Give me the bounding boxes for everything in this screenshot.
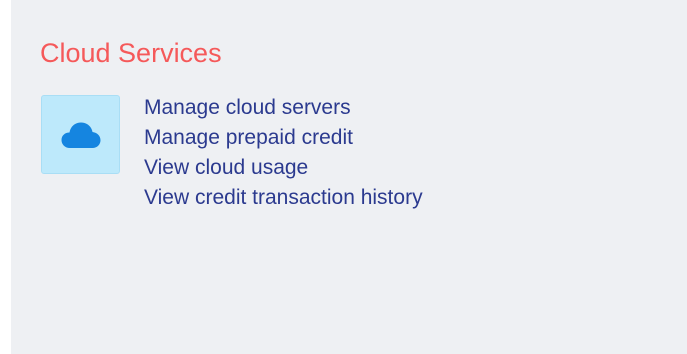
- list-item: Manage cloud servers: [144, 93, 423, 123]
- list-item: View credit transaction history: [144, 183, 423, 213]
- panel-title: Cloud Services: [40, 38, 222, 68]
- list-item: Manage prepaid credit: [144, 123, 423, 153]
- manage-cloud-servers-link[interactable]: Manage cloud servers: [144, 96, 351, 119]
- manage-prepaid-credit-link[interactable]: Manage prepaid credit: [144, 126, 353, 149]
- list-item: View cloud usage: [144, 153, 423, 183]
- cloud-services-links: Manage cloud servers Manage prepaid cred…: [144, 93, 423, 213]
- cloud-icon: [61, 122, 100, 148]
- cloud-icon-tile: [41, 95, 120, 174]
- view-cloud-usage-link[interactable]: View cloud usage: [144, 156, 308, 179]
- cloud-services-panel: Cloud Services Manage cloud servers Mana…: [11, 0, 687, 354]
- view-credit-transaction-history-link[interactable]: View credit transaction history: [144, 186, 423, 209]
